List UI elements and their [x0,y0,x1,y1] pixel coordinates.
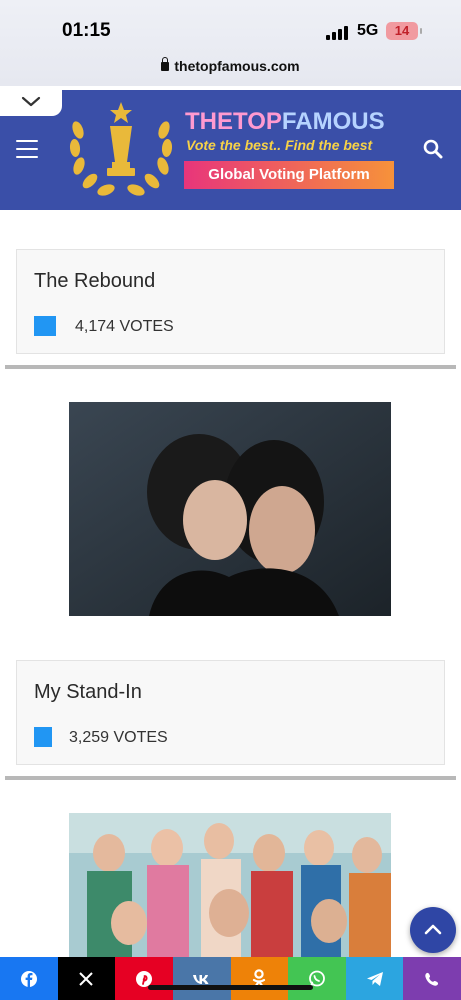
vk-share-button[interactable] [172,957,231,1000]
x-share-button[interactable] [57,957,116,1000]
brand-tagline: Vote the best.. Find the best [186,137,373,153]
home-indicator [148,985,313,990]
status-bar: 01:15 5G 14 thetopfamous.com [0,0,461,86]
telegram-icon [366,971,383,986]
vk-icon [192,974,209,984]
poll-entry-card: My Stand-In 3,259 VOTES [16,660,445,765]
vote-bar [34,316,56,336]
scroll-to-top-button[interactable] [410,907,456,953]
menu-icon[interactable] [16,140,38,158]
facebook-icon [20,970,37,987]
network-label: 5G [357,22,379,39]
entry-title: My Stand-In [34,681,142,703]
viber-share-button[interactable] [403,957,461,1000]
chevron-up-icon [424,924,442,935]
battery-icon: 14 [386,22,422,40]
platform-banner: Global Voting Platform [184,161,394,189]
search-icon[interactable] [423,139,443,159]
telegram-share-button[interactable] [345,957,404,1000]
x-icon [79,971,94,986]
trophy-logo-icon[interactable] [66,100,176,200]
facebook-share-button[interactable] [0,957,58,1000]
poll-entry-card: The Rebound 4,174 VOTES [16,249,445,354]
entry-photo [69,813,391,957]
address-bar[interactable]: thetopfamous.com [0,57,461,74]
vote-bar [34,727,52,747]
entry-photo [69,402,391,616]
whatsapp-share-button[interactable] [288,957,346,1000]
odnoklassniki-share-button[interactable] [230,957,289,1000]
chevron-down-icon [21,96,41,107]
share-bar [0,957,461,1000]
brand-name[interactable]: THETOPFAMOUS [185,108,385,136]
divider [5,365,456,369]
collapse-toggle[interactable] [0,88,62,116]
vote-count: 3,259 VOTES [69,729,168,746]
entry-title: The Rebound [34,270,156,292]
url-text: thetopfamous.com [174,58,300,74]
lock-icon [161,57,170,71]
divider [5,776,456,780]
vote-count: 4,174 VOTES [75,318,174,335]
pinterest-share-button[interactable] [115,957,173,1000]
status-time: 01:15 [62,20,111,41]
viber-icon [425,972,439,986]
signal-icon [326,26,348,40]
